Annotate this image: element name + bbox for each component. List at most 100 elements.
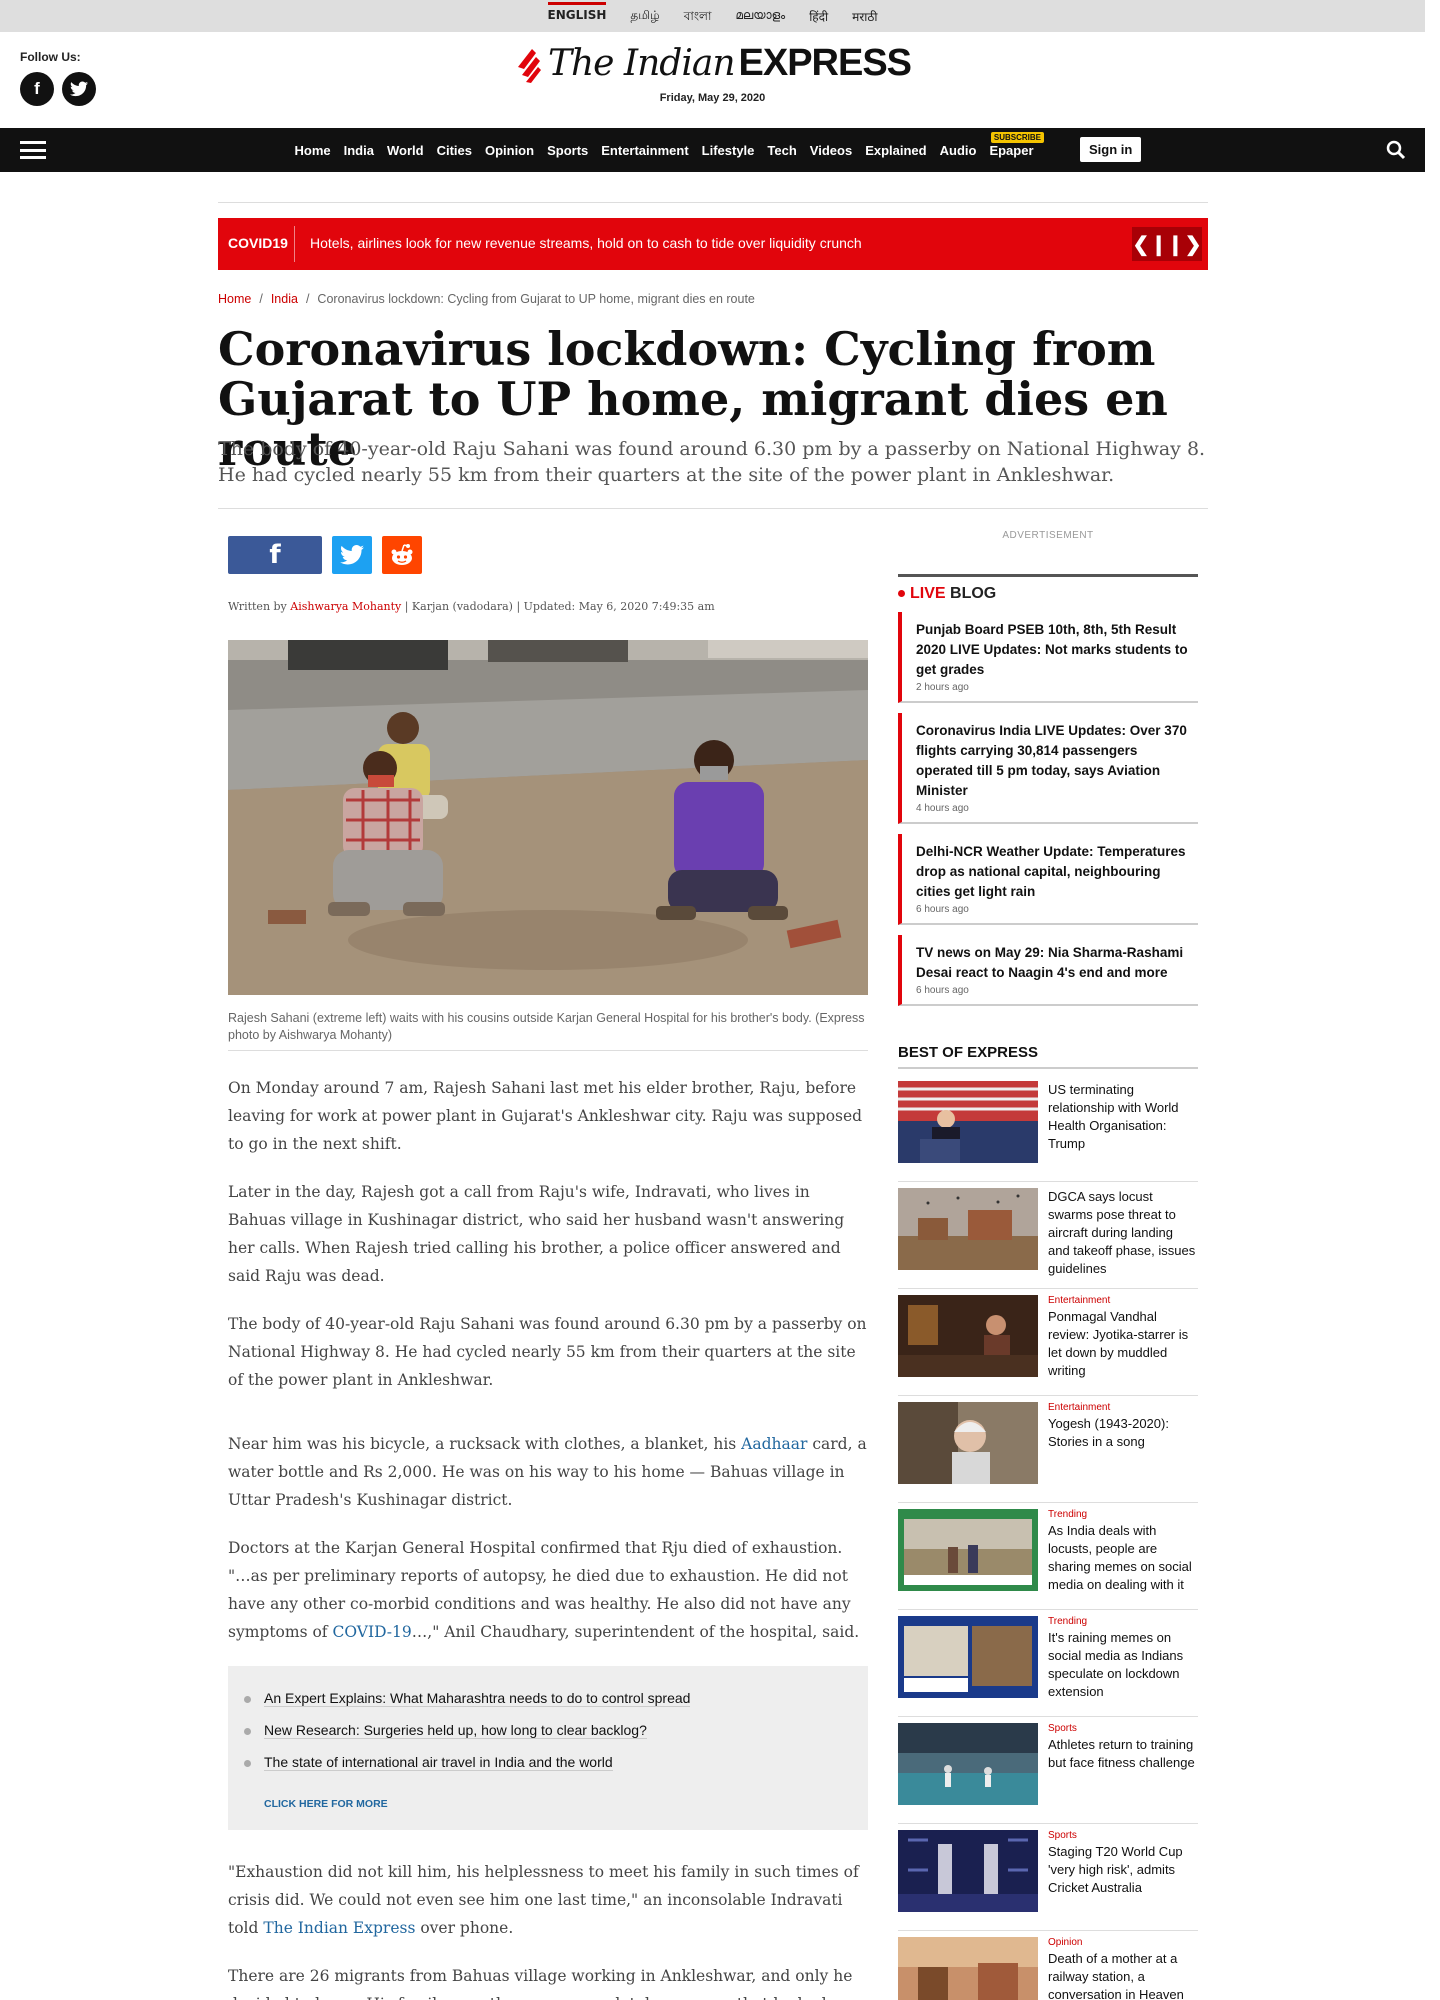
indian-express-link[interactable]: The Indian Express xyxy=(263,1919,415,1937)
hamburger-menu-icon[interactable] xyxy=(20,141,46,159)
nav-sports[interactable]: Sports xyxy=(541,143,595,158)
best-item-thumbnail[interactable] xyxy=(898,1402,1038,1484)
best-item-thumbnail[interactable] xyxy=(898,1723,1038,1805)
best-item-thumbnail[interactable] xyxy=(898,1616,1038,1698)
best-item-thumbnail[interactable] xyxy=(898,1295,1038,1377)
masthead-date: Friday, May 29, 2020 xyxy=(659,91,766,104)
best-item-title[interactable]: DGCA says locust swarms pose threat to a… xyxy=(1048,1188,1198,1278)
best-item-title[interactable]: Yogesh (1943-2020): Stories in a song xyxy=(1048,1415,1198,1451)
divider xyxy=(218,508,1208,509)
best-item-title[interactable]: Athletes return to training but face fit… xyxy=(1048,1736,1198,1772)
lang-marathi[interactable]: मराठी xyxy=(852,8,877,28)
nav-epaper[interactable]: Epaper SUBSCRIBE xyxy=(983,131,1045,158)
related-story[interactable]: New Research: Surgeries held up, how lon… xyxy=(244,1714,852,1746)
best-item-category[interactable]: Trending xyxy=(1048,1616,1198,1627)
breadcrumb-india[interactable]: India xyxy=(271,292,298,306)
lang-tamil[interactable]: தமிழ் xyxy=(630,8,659,28)
nav-explained[interactable]: Explained xyxy=(859,143,933,158)
best-item-title[interactable]: US terminating relationship with World H… xyxy=(1048,1081,1198,1153)
breadcrumb-separator: / xyxy=(259,292,263,306)
live-blog-item[interactable]: Coronavirus India LIVE Updates: Over 370… xyxy=(898,713,1198,824)
share-bar: f xyxy=(228,536,422,574)
express-flame-icon xyxy=(517,48,541,83)
best-item[interactable]: Entertainment Ponmagal Vandhal review: J… xyxy=(898,1289,1198,1396)
author-link[interactable]: Aishwarya Mohanty xyxy=(290,600,401,613)
best-item-title[interactable]: It's raining memes on social media as In… xyxy=(1048,1629,1198,1701)
live-blog-time: 6 hours ago xyxy=(916,985,969,996)
related-story[interactable]: An Expert Explains: What Maharashtra nee… xyxy=(244,1682,852,1714)
best-item[interactable]: Trending As India deals with locusts, pe… xyxy=(898,1503,1198,1610)
best-item[interactable]: Opinion Death of a mother at a railway s… xyxy=(898,1931,1198,2000)
ticker-pause-icon[interactable]: ❙❙ xyxy=(1150,232,1184,257)
share-facebook-icon[interactable]: f xyxy=(228,536,322,574)
nav-tech[interactable]: Tech xyxy=(761,143,803,158)
best-item-title[interactable]: Death of a mother at a railway station, … xyxy=(1048,1950,1198,2000)
best-item-category[interactable]: Trending xyxy=(1048,1509,1198,1520)
live-blog-item[interactable]: Delhi-NCR Weather Update: Temperatures d… xyxy=(898,834,1198,925)
nav-entertainment[interactable]: Entertainment xyxy=(595,143,695,158)
best-item-title[interactable]: As India deals with locusts, people are … xyxy=(1048,1522,1198,1594)
paragraph-text: over phone. xyxy=(415,1919,514,1937)
sign-in-button[interactable]: Sign in xyxy=(1080,137,1142,162)
live-blog-title: Coronavirus India LIVE Updates: Over 370… xyxy=(916,723,1187,798)
best-item-thumbnail[interactable] xyxy=(898,1830,1038,1912)
article-synopsis: The body of 40-year-old Raju Sahani was … xyxy=(218,438,1206,486)
click-here-for-more-link[interactable]: CLICK HERE FOR MORE xyxy=(244,1790,852,1818)
best-item-thumbnail[interactable] xyxy=(898,1188,1038,1270)
nav-audio[interactable]: Audio xyxy=(933,143,983,158)
lang-bangla[interactable]: বাংলা xyxy=(684,8,712,28)
best-item[interactable]: US terminating relationship with World H… xyxy=(898,1075,1198,1182)
share-reddit-icon[interactable] xyxy=(382,536,422,574)
best-item-category[interactable]: Opinion xyxy=(1048,1937,1198,1948)
live-blog-title: TV news on May 29: Nia Sharma-Rashami De… xyxy=(916,945,1184,980)
best-item[interactable]: Entertainment Yogesh (1943-2020): Storie… xyxy=(898,1396,1198,1503)
best-item[interactable]: DGCA says locust swarms pose threat to a… xyxy=(898,1182,1198,1289)
lang-english[interactable]: ENGLISH xyxy=(547,2,606,28)
best-item-thumbnail[interactable] xyxy=(898,1081,1038,1163)
best-item-title[interactable]: Staging T20 World Cup 'very high risk', … xyxy=(1048,1843,1198,1897)
best-item-thumbnail[interactable] xyxy=(898,1937,1038,2000)
nav-videos[interactable]: Videos xyxy=(803,143,858,158)
nav-cities[interactable]: Cities xyxy=(430,143,478,158)
search-icon[interactable] xyxy=(1386,140,1406,160)
nav-world[interactable]: World xyxy=(380,143,430,158)
related-story-title: The state of international air travel in… xyxy=(264,1754,613,1771)
lang-malayalam[interactable]: മലയാളം xyxy=(735,8,785,28)
live-blog-item[interactable]: Punjab Board PSEB 10th, 8th, 5th Result … xyxy=(898,612,1198,703)
live-blog-item[interactable]: TV news on May 29: Nia Sharma-Rashami De… xyxy=(898,935,1198,1006)
breadcrumb-current: Coronavirus lockdown: Cycling from Gujar… xyxy=(317,292,755,306)
breadcrumb-home[interactable]: Home xyxy=(218,292,251,306)
lang-hindi[interactable]: हिंदी xyxy=(809,8,828,28)
aadhaar-link[interactable]: Aadhaar xyxy=(741,1435,807,1453)
best-item-category[interactable]: Entertainment xyxy=(1048,1295,1198,1306)
live-blog-header: LIVE BLOG xyxy=(898,574,1198,603)
paragraph-text: …," Anil Chaudhary, superintendent of th… xyxy=(411,1623,860,1641)
best-item-title[interactable]: Ponmagal Vandhal review: Jyotika-starrer… xyxy=(1048,1308,1198,1380)
nav-lifestyle[interactable]: Lifestyle xyxy=(695,143,761,158)
nav-india[interactable]: India xyxy=(337,143,380,158)
related-story[interactable]: The state of international air travel in… xyxy=(244,1746,852,1778)
best-item-category[interactable]: Entertainment xyxy=(1048,1402,1198,1413)
ticker-next-icon[interactable]: ❯ xyxy=(1185,232,1202,257)
logo-express: EXPRESS xyxy=(738,42,913,84)
breadcrumb-separator: / xyxy=(305,292,310,306)
ticker-controls: ❮ ❙❙ ❯ xyxy=(1132,227,1202,261)
subscribe-badge[interactable]: SUBSCRIBE xyxy=(990,131,1045,143)
nav-home[interactable]: Home xyxy=(288,143,337,158)
article-photo xyxy=(228,640,868,995)
nav-epaper-label: Epaper xyxy=(989,142,1034,158)
best-item-thumbnail[interactable] xyxy=(898,1509,1038,1591)
share-twitter-icon[interactable] xyxy=(332,536,372,574)
best-item-category[interactable]: Sports xyxy=(1048,1723,1198,1734)
best-item-category[interactable]: Sports xyxy=(1048,1830,1198,1841)
divider xyxy=(218,202,1208,203)
site-logo[interactable]: The Indian EXPRESS xyxy=(514,42,913,85)
ticker-label[interactable]: COVID19 xyxy=(228,235,288,251)
ticker-prev-icon[interactable]: ❮ xyxy=(1132,232,1149,257)
best-item[interactable]: Sports Staging T20 World Cup 'very high … xyxy=(898,1824,1198,1931)
best-item[interactable]: Sports Athletes return to training but f… xyxy=(898,1717,1198,1824)
best-item[interactable]: Trending It's raining memes on social me… xyxy=(898,1610,1198,1717)
covid19-link[interactable]: COVID-19 xyxy=(332,1623,411,1641)
nav-opinion[interactable]: Opinion xyxy=(478,143,540,158)
ticker-headline[interactable]: Hotels, airlines look for new revenue st… xyxy=(310,235,862,251)
